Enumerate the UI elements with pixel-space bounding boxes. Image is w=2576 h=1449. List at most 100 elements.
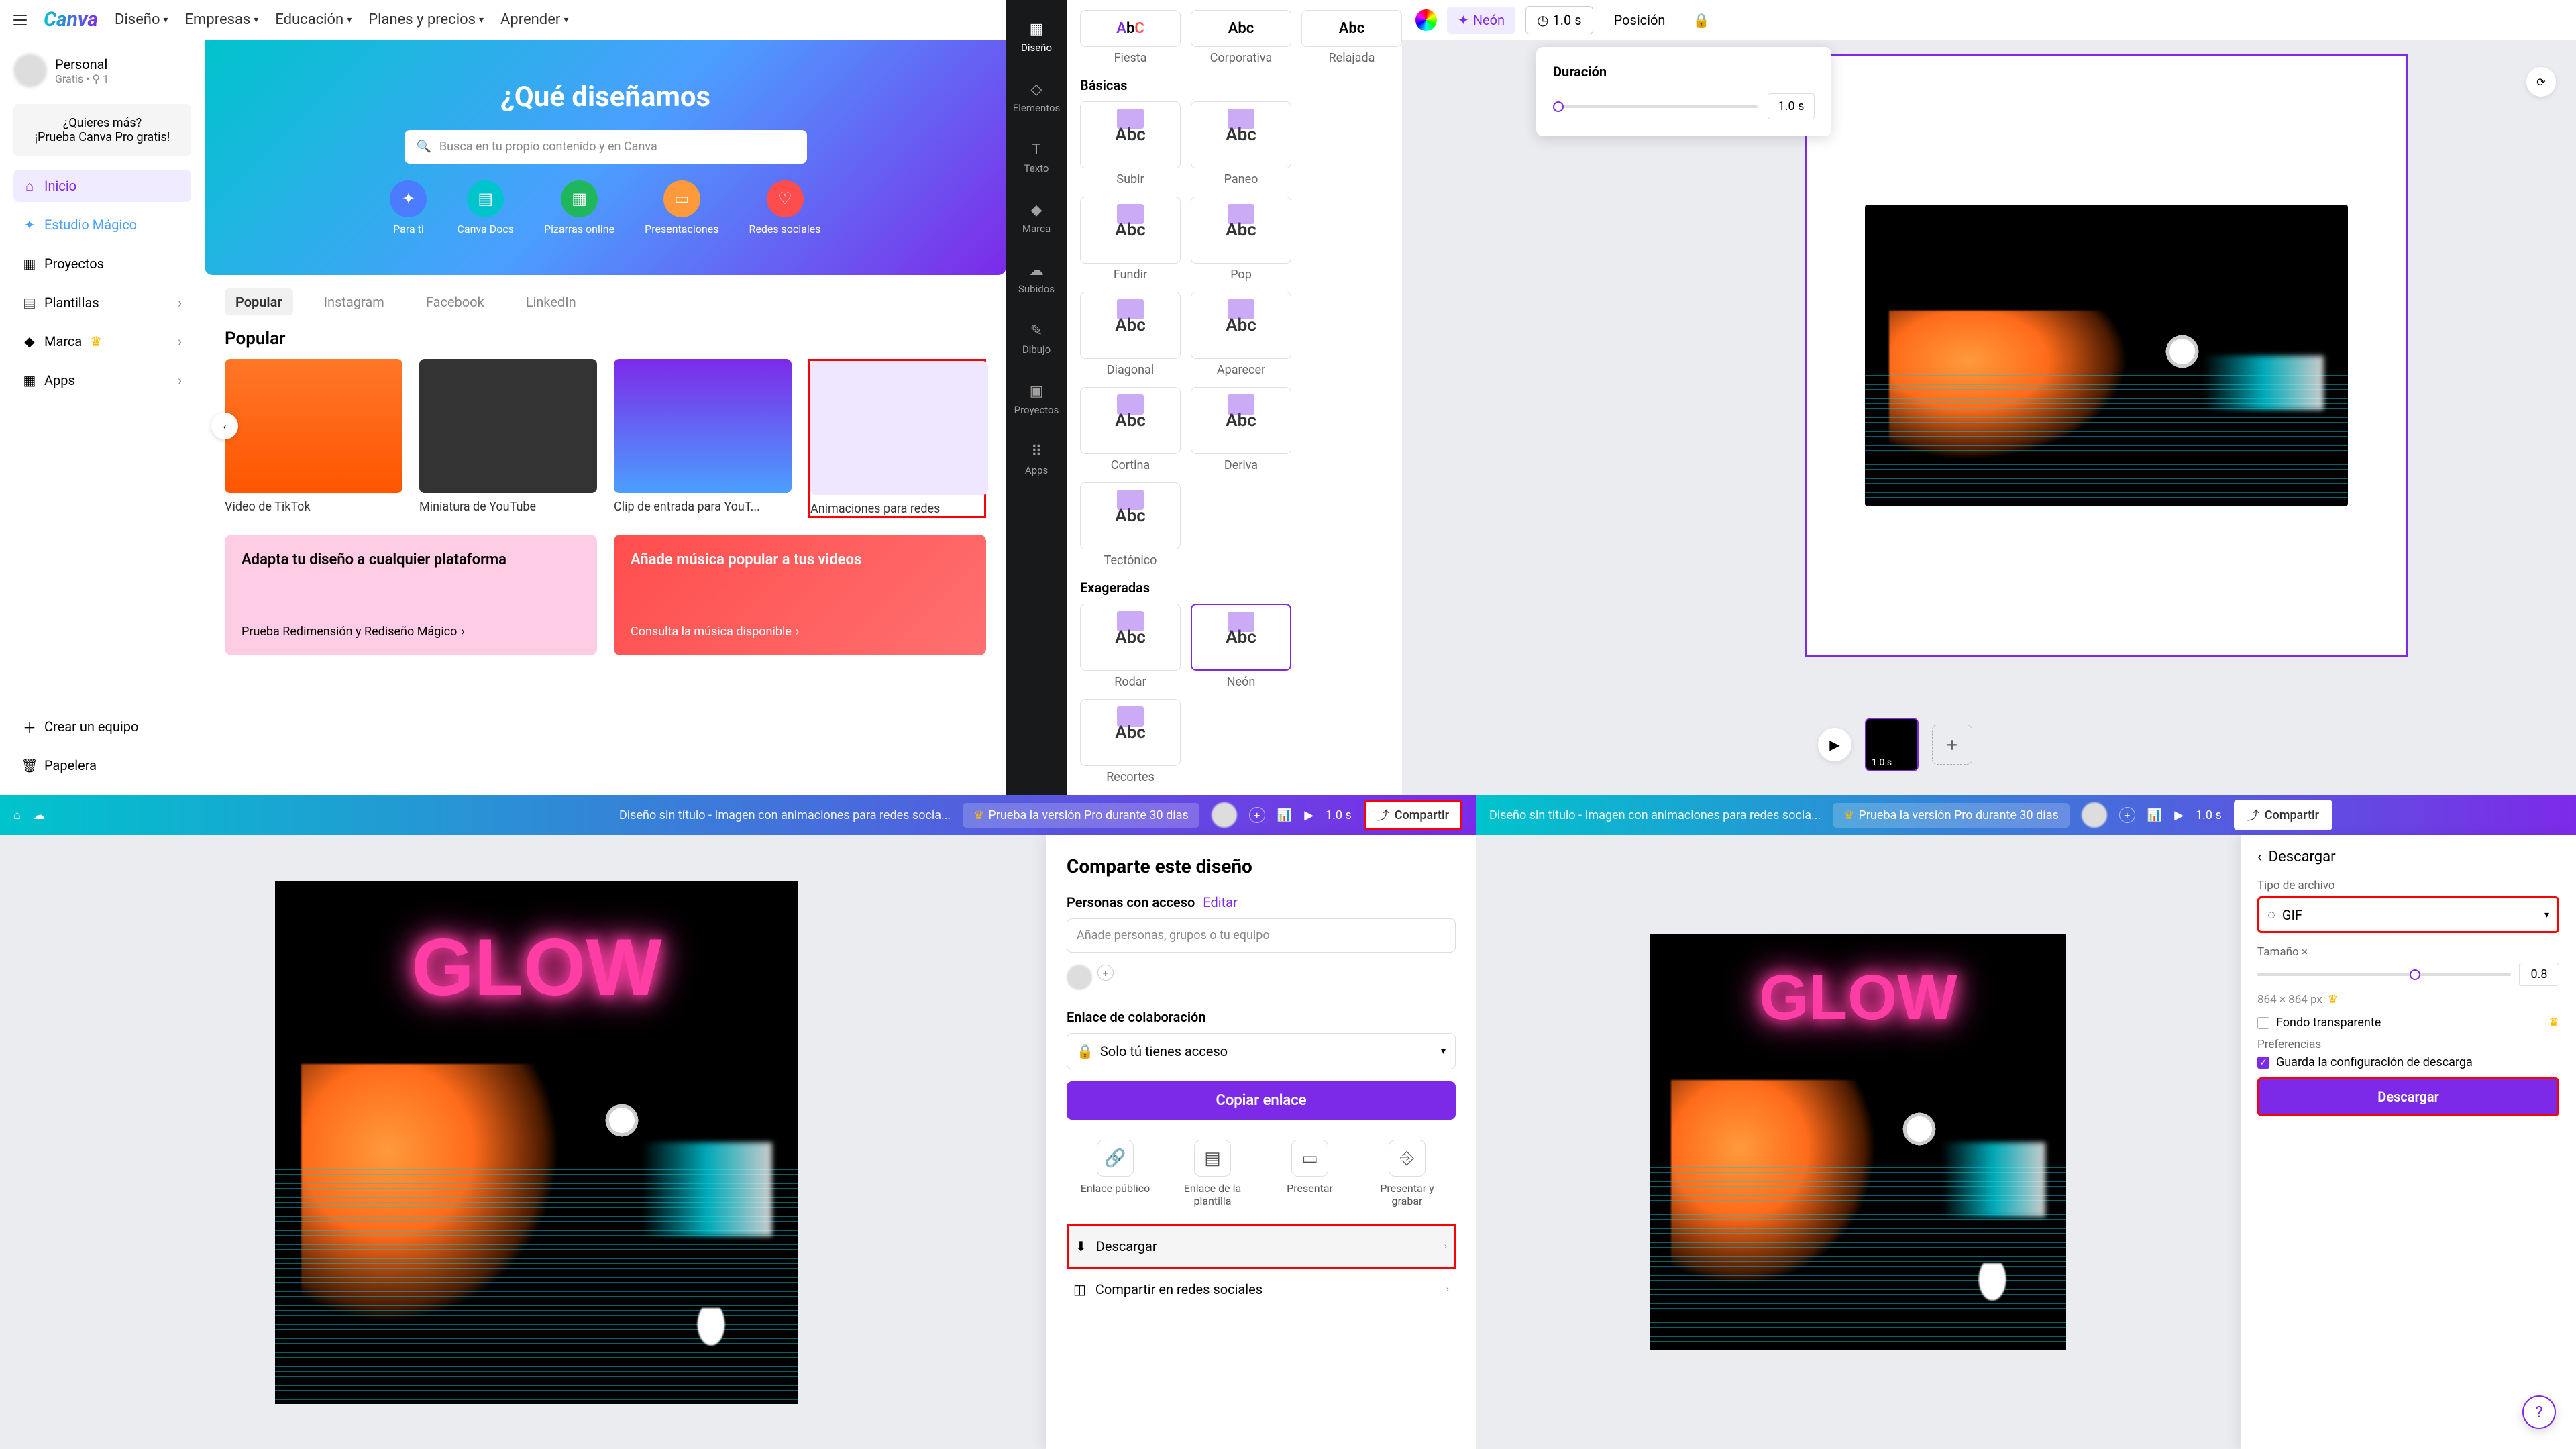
anim-preset[interactable]: Abc (1080, 604, 1181, 671)
refresh-button[interactable]: ⟳ (2526, 67, 2556, 97)
sidebar-item-inicio[interactable]: ⌂Inicio (13, 170, 191, 202)
design-title[interactable]: Diseño sin título - Imagen con animacion… (1489, 808, 1821, 822)
color-picker[interactable] (1415, 9, 1437, 31)
anim-preset[interactable]: Abc (1301, 10, 1402, 47)
transparent-checkbox[interactable] (2257, 1017, 2269, 1029)
tab-linkedin[interactable]: LinkedIn (515, 288, 587, 315)
add-page-button[interactable]: + (1932, 724, 1972, 765)
template-card[interactable]: Miniatura de YouTube (419, 359, 597, 518)
chart-icon[interactable]: 📊 (1277, 808, 1292, 822)
hero-shortcut[interactable]: ✦Para ti (390, 180, 427, 235)
play-icon[interactable]: ▶ (1304, 808, 1313, 822)
lock-icon[interactable]: 🔒 (1693, 12, 1709, 28)
present-button[interactable]: ▭ (1291, 1140, 1328, 1177)
sidebar-tab-texto[interactable]: TTexto (1006, 127, 1067, 188)
avatar[interactable] (2082, 802, 2107, 828)
promo-link[interactable]: Prueba Redimensión y Rediseño Mágico› (241, 625, 580, 639)
profile[interactable]: Personal Gratis • ⚲ 1 (13, 54, 191, 87)
chart-icon[interactable]: 📊 (2147, 808, 2162, 822)
play-button[interactable]: ▶ (1818, 728, 1851, 761)
save-prefs-checkbox[interactable]: ✓ (2257, 1057, 2269, 1069)
promo-link[interactable]: Consulta la música disponible› (631, 625, 969, 639)
present-record-button[interactable]: ⎆ (1389, 1140, 1426, 1177)
promo-card[interactable]: Añade música popular a tus videos Consul… (614, 535, 986, 655)
anim-preset[interactable]: Abc (1080, 197, 1181, 264)
sidebar-tab-apps[interactable]: ⠿Apps (1006, 429, 1067, 490)
add-member-button[interactable]: + (2119, 807, 2135, 823)
sidebar-item-apps[interactable]: ▦Apps› (13, 364, 191, 396)
promo-card[interactable]: Adapta tu diseño a cualquier plataforma … (225, 535, 597, 655)
avatar[interactable] (1212, 802, 1237, 828)
hero-shortcut[interactable]: ♡Redes sociales (749, 180, 820, 235)
cloud-icon[interactable]: ☁ (33, 808, 45, 822)
add-person-button[interactable]: + (1097, 965, 1114, 981)
anim-preset[interactable]: AbC (1080, 10, 1181, 47)
anim-preset[interactable]: Abc (1080, 699, 1181, 766)
tab-facebook[interactable]: Facebook (415, 288, 495, 315)
sidebar-item-plantillas[interactable]: ▤Plantillas› (13, 286, 191, 319)
sidebar-tab-diseno[interactable]: ▦Diseño (1006, 7, 1067, 67)
edit-access-link[interactable]: Editar (1203, 894, 1238, 910)
sidebar-tab-proyectos[interactable]: ▣Proyectos (1006, 369, 1067, 429)
sidebar-item-estudio[interactable]: ✦Estudio Mágico (13, 209, 191, 241)
sidebar-tab-marca[interactable]: ◆Marca (1006, 188, 1067, 248)
copy-link-button[interactable]: Copiar enlace (1067, 1081, 1456, 1120)
back-button[interactable]: ‹Descargar (2257, 849, 2559, 865)
sidebar-item-papelera[interactable]: 🗑Papelera (13, 749, 191, 782)
position-button[interactable]: Posición (1603, 7, 1676, 34)
avatar[interactable] (1067, 965, 1092, 990)
page-thumbnail[interactable]: 1.0 s (1865, 718, 1919, 771)
canva-logo[interactable]: Canva (44, 8, 98, 32)
sidebar-item-marca[interactable]: ◆Marca♛› (13, 325, 191, 358)
share-button[interactable]: ⤴Compartir (2234, 800, 2332, 830)
share-social-row[interactable]: ◫Compartir en redes sociales› (1067, 1269, 1456, 1309)
template-card[interactable]: Video de TikTok (225, 359, 402, 518)
nav-item[interactable]: Empresas▾ (185, 11, 259, 28)
tab-popular[interactable]: Popular (225, 288, 293, 315)
add-member-button[interactable]: + (1249, 807, 1265, 823)
search-input[interactable]: 🔍Busca en tu propio contenido y en Canva (405, 130, 807, 164)
anim-preset[interactable]: Abc (1191, 101, 1291, 168)
duration-slider[interactable] (1553, 105, 1758, 108)
sidebar-item-equipo[interactable]: ＋Crear un equipo (13, 710, 191, 743)
canvas-page[interactable]: GLOW (1650, 934, 2066, 1350)
hero-shortcut[interactable]: ▭Presentaciones (645, 180, 718, 235)
file-type-select[interactable]: ◌GIF▾ (2257, 896, 2559, 933)
hero-shortcut[interactable]: ▦Pizarras online (544, 180, 614, 235)
sidebar-tab-dibujo[interactable]: ✎Dibujo (1006, 309, 1067, 369)
nav-item[interactable]: Educación▾ (275, 11, 352, 28)
home-icon[interactable]: ⌂ (13, 808, 21, 822)
canvas-page[interactable]: GLOW (275, 881, 798, 1404)
tab-instagram[interactable]: Instagram (313, 288, 395, 315)
pro-cta[interactable]: ♛Prueba la versión Pro durante 30 días (963, 803, 1199, 828)
canvas-page[interactable] (1805, 54, 2408, 657)
duration-button[interactable]: ◷1.0 s (1525, 6, 1593, 34)
anim-preset[interactable]: Abc (1080, 292, 1181, 359)
sidebar-item-proyectos[interactable]: ▦Proyectos (13, 248, 191, 280)
template-card-highlighted[interactable]: Animaciones para redes (808, 359, 986, 518)
anim-preset[interactable]: Abc (1191, 292, 1291, 359)
nav-item[interactable]: Aprender▾ (500, 11, 568, 28)
duration-value[interactable]: 1.0 s (1768, 93, 1815, 119)
anim-preset[interactable]: Abc (1080, 387, 1181, 454)
anim-preset[interactable]: Abc (1191, 197, 1291, 264)
design-title[interactable]: Diseño sin título - Imagen con animacion… (619, 808, 951, 822)
animation-button[interactable]: ✦Neón (1447, 7, 1515, 34)
download-button[interactable]: Descargar (2257, 1077, 2559, 1116)
hero-shortcut[interactable]: ▤Canva Docs (457, 180, 514, 235)
people-input[interactable]: Añade personas, grupos o tu equipo (1067, 918, 1456, 953)
help-button[interactable]: ? (2522, 1395, 2556, 1429)
link-access-select[interactable]: 🔒Solo tú tienes acceso▾ (1067, 1033, 1456, 1069)
size-value[interactable]: 0.8 (2519, 963, 2559, 986)
template-link-button[interactable]: ▤ (1194, 1140, 1231, 1177)
template-card[interactable]: Clip de entrada para YouT... (614, 359, 792, 518)
carousel-prev-button[interactable]: ‹ (211, 413, 238, 439)
menu-icon[interactable] (13, 15, 27, 25)
anim-preset[interactable]: Abc (1191, 604, 1291, 671)
nav-item[interactable]: Planes y precios▾ (368, 11, 484, 28)
download-row[interactable]: ⬇Descargar› (1067, 1224, 1456, 1269)
size-slider[interactable] (2257, 973, 2511, 976)
share-button[interactable]: ⤴Compartir (1364, 800, 1462, 830)
nav-item[interactable]: Diseño▾ (115, 11, 168, 28)
sidebar-tab-elementos[interactable]: ◇Elementos (1006, 67, 1067, 127)
